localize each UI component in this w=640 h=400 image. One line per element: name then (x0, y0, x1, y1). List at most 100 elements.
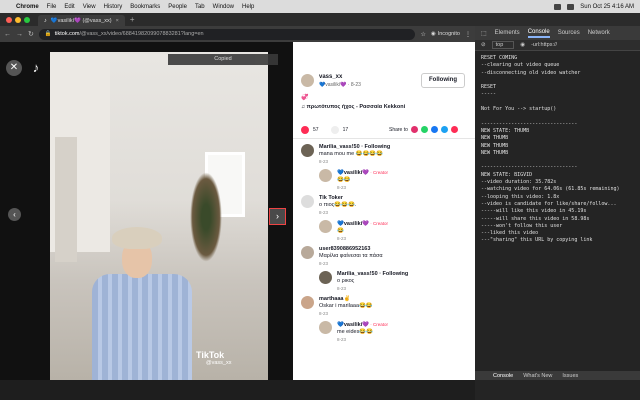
console-line: NEW THUMB (481, 149, 509, 156)
console-line: ---liked this video (481, 230, 539, 237)
tiktok-logo-icon[interactable]: ♪ (28, 60, 44, 76)
wifi-icon[interactable] (554, 3, 562, 10)
commenter-avatar[interactable] (319, 169, 332, 182)
share-instagram-icon[interactable] (410, 126, 418, 133)
tab-network[interactable]: Network (588, 30, 610, 36)
drawer-tab-whats-new[interactable]: What's New (523, 373, 552, 379)
tab-console[interactable]: Console (527, 29, 550, 38)
more-menu-icon[interactable]: ⋮ (465, 31, 471, 38)
new-tab-button[interactable]: + (130, 15, 135, 24)
console-line: RESET COMING (481, 55, 518, 61)
next-video-button[interactable]: › (269, 208, 286, 225)
console-line: -----will like this video in 45.19s (481, 208, 587, 215)
commenter-avatar[interactable] (319, 271, 332, 284)
forward-button[interactable]: → (16, 31, 23, 38)
back-button[interactable]: ← (4, 31, 11, 38)
comment-item: user8390886952163 Μαρίλια φαίνεσαι τα πά… (301, 246, 471, 267)
context-select[interactable]: top (491, 41, 515, 49)
maximize-window-button[interactable] (24, 17, 30, 23)
console-output: RESET COMING --clearing out video queue --… (475, 51, 640, 249)
creator-badge: · Creator (369, 170, 389, 175)
like-count: 57 (313, 127, 319, 133)
menubar-clock[interactable]: Sun Oct 25 4:16 AM (580, 4, 634, 10)
comment-date: 8-23 (337, 185, 347, 190)
minimize-window-button[interactable] (15, 17, 21, 23)
commenter-avatar[interactable] (301, 144, 314, 157)
share-twitter-icon[interactable] (440, 126, 448, 133)
commenter-name[interactable]: 💙vasilikí💜 (337, 221, 369, 227)
browser-tab-active[interactable]: ♪ 💙vasilikí💜 (@vass_xx) × (38, 15, 125, 26)
sound-link[interactable]: ♫ πρωτότυπος ήχος - Ρασσαία Κekkoni (301, 104, 405, 110)
commenter-name[interactable]: marthaaa✌ (319, 296, 373, 303)
commenter-name[interactable]: Tik Toker (319, 195, 356, 202)
author-name[interactable]: vass_xx (319, 74, 361, 80)
incognito-indicator[interactable]: ◉ Incognito (431, 31, 460, 37)
comment-date: 8-23 (337, 286, 347, 291)
comment-icon[interactable] (330, 126, 339, 134)
menu-app-name[interactable]: Chrome (16, 4, 39, 10)
close-window-button[interactable] (6, 17, 12, 23)
menu-view[interactable]: View (83, 4, 96, 10)
commenter-name[interactable]: Marilia_vass!50 · Following (337, 271, 408, 278)
menu-people[interactable]: People (168, 4, 187, 10)
share-facebook-icon[interactable] (430, 126, 438, 133)
menu-edit[interactable]: Edit (64, 4, 74, 10)
menu-file[interactable]: File (47, 4, 57, 10)
console-line: NEW THUMB (481, 142, 509, 149)
url-host: tiktok.com (54, 31, 80, 37)
console-line: --clearing out video queue (481, 62, 560, 69)
commenter-name[interactable]: 💙vasilikí💜 (337, 170, 369, 176)
incognito-icon: ◉ (430, 31, 436, 37)
commenter-avatar[interactable] (319, 321, 332, 334)
menu-window[interactable]: Window (213, 4, 234, 10)
share-link-icon[interactable] (450, 126, 458, 133)
drawer-tab-console[interactable]: Console (493, 373, 513, 379)
clear-console-icon[interactable]: ⊘ (481, 42, 486, 48)
video-player[interactable]: Copied ✕ ♪ ‹ › TikTok @vass_xx (0, 42, 293, 380)
window-controls (6, 17, 30, 23)
close-video-button[interactable]: ✕ (6, 60, 22, 76)
drawer-tabs: Console What's New Issues (475, 371, 640, 380)
bookmark-star-icon[interactable]: ☆ (420, 31, 425, 38)
commenter-avatar[interactable] (301, 195, 314, 208)
console-filter-input[interactable]: -url:https:// (531, 42, 557, 48)
commenter-name[interactable]: 💙vasilikí💜 (337, 322, 369, 328)
comment-text: mana mou me 😂😂😂😂 (319, 151, 384, 157)
comment-item: marthaaa✌ Oskar i marilaaa😂😂 8-23 (301, 296, 471, 317)
following-button[interactable]: Following (421, 73, 465, 88)
author-block[interactable]: vass_xx 💙vasilikí💜 · 8-23 (301, 74, 361, 88)
tab-sources[interactable]: Sources (558, 30, 580, 36)
drawer-tab-issues[interactable]: Issues (562, 373, 578, 379)
commenter-name[interactable]: Marilia_vass!50 · Following (319, 144, 390, 151)
author-avatar[interactable] (301, 74, 314, 87)
commenter-avatar[interactable] (301, 246, 314, 259)
comment-date: 8-23 (337, 337, 347, 342)
address-bar[interactable]: 🔒 tiktok.com /@vass_xx/video/68841982099… (38, 28, 416, 40)
console-line: -----will share this video in 58.98s (481, 215, 590, 222)
close-tab-icon[interactable]: × (116, 18, 119, 24)
console-line: NEW THUMB (481, 135, 509, 142)
comment-reply: Marilia_vass!50 · Following ο ρικος 8-23 (319, 271, 471, 292)
like-icon[interactable] (301, 126, 309, 134)
commenter-avatar[interactable] (301, 296, 314, 309)
menu-tab[interactable]: Tab (195, 4, 205, 10)
menu-help[interactable]: Help (242, 4, 254, 10)
lock-icon: 🔒 (44, 31, 52, 37)
reload-button[interactable]: ↻ (28, 30, 34, 38)
console-line: --video is candidate for like/share/foll… (481, 200, 617, 207)
console-line: --looping this video: 1.8x (481, 193, 560, 200)
commenter-name[interactable]: user8390886952163 (319, 246, 383, 253)
console-line: --watching video for 64.06s (61.85s rema… (481, 186, 620, 193)
menu-history[interactable]: History (104, 4, 123, 10)
engagement-stats: 57 17 (301, 126, 348, 134)
battery-icon[interactable] (567, 3, 575, 10)
devtools-inspect-icon[interactable]: ⬚ (481, 30, 487, 37)
share-whatsapp-icon[interactable] (420, 126, 428, 133)
menu-bookmarks[interactable]: Bookmarks (130, 4, 160, 10)
commenter-avatar[interactable] (319, 220, 332, 233)
tab-elements[interactable]: Elements (495, 30, 520, 36)
eye-icon[interactable]: ◉ (520, 42, 525, 48)
previous-video-button[interactable]: ‹ (8, 208, 21, 221)
